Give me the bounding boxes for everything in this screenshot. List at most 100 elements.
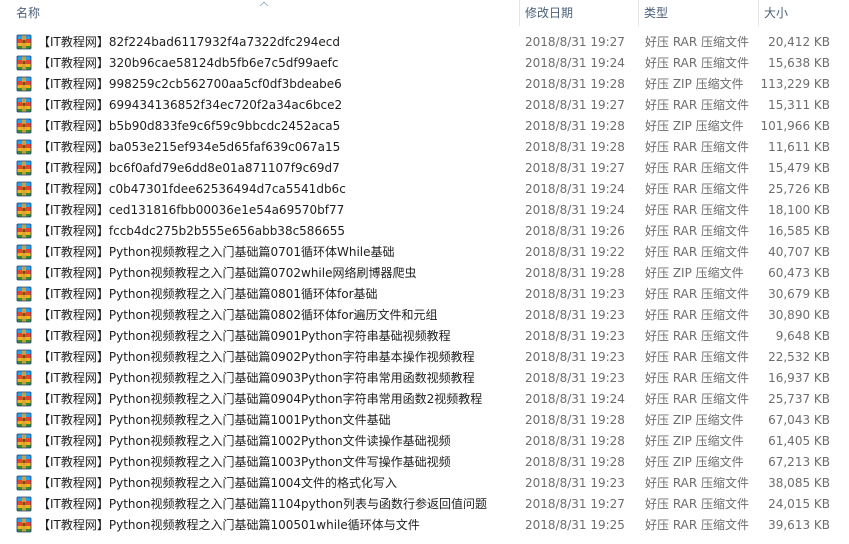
file-name: 【IT教程网】ced131816fbb00036e1e54a69570bf77 xyxy=(38,203,345,217)
file-name: 【IT教程网】Python视频教程之入门基础篇1001Python文件基础 xyxy=(38,413,391,427)
archive-file-icon xyxy=(16,244,32,260)
archive-file-icon xyxy=(16,265,32,281)
file-row[interactable]: 【IT教程网】Python视频教程之入门基础篇0904Python字符串常用函数… xyxy=(0,389,849,410)
file-size: 15,638 KB xyxy=(768,56,830,70)
file-size: 67,213 KB xyxy=(768,455,830,469)
file-size: 30,890 KB xyxy=(768,308,830,322)
file-type: 好压 ZIP 压缩文件 xyxy=(645,413,744,427)
archive-file-icon xyxy=(16,55,32,71)
file-modified-date: 2018/8/31 19:24 xyxy=(525,56,625,70)
file-name: 【IT教程网】ba053e215ef934e5d65faf639c067a15 xyxy=(38,140,341,154)
archive-file-icon xyxy=(16,118,32,134)
file-row[interactable]: 【IT教程网】Python视频教程之入门基础篇100501while循环体与文件… xyxy=(0,515,849,536)
file-type: 好压 RAR 压缩文件 xyxy=(645,350,750,364)
file-size: 30,679 KB xyxy=(768,287,830,301)
file-size: 40,707 KB xyxy=(768,245,830,259)
file-modified-date: 2018/8/31 19:24 xyxy=(525,203,625,217)
file-size: 22,532 KB xyxy=(768,350,830,364)
file-name: 【IT教程网】699434136852f34ec720f2a34ac6bce2 xyxy=(38,98,343,112)
file-modified-date: 2018/8/31 19:28 xyxy=(525,77,625,91)
file-modified-date: 2018/8/31 19:23 xyxy=(525,329,625,343)
file-type: 好压 RAR 压缩文件 xyxy=(645,371,750,385)
file-size: 113,229 KB xyxy=(760,77,830,91)
file-size: 61,405 KB xyxy=(768,434,830,448)
file-row[interactable]: 【IT教程网】Python视频教程之入门基础篇0702while网络刷博器爬虫 2… xyxy=(0,263,849,284)
file-list: 【IT教程网】82f224bad6117932f4a7322dfc294ecd 2… xyxy=(0,32,849,536)
file-modified-date: 2018/8/31 19:27 xyxy=(525,161,625,175)
file-row[interactable]: 【IT教程网】Python视频教程之入门基础篇1002Python文件读操作基础… xyxy=(0,431,849,452)
file-type: 好压 RAR 压缩文件 xyxy=(645,35,750,49)
file-row[interactable]: 【IT教程网】c0b47301fdee62536494d7ca5541db6c 2… xyxy=(0,179,849,200)
file-size: 20,412 KB xyxy=(768,35,830,49)
file-name: 【IT教程网】Python视频教程之入门基础篇1104python列表与函数行参… xyxy=(38,497,487,511)
column-header-size[interactable]: 大小 xyxy=(758,0,849,26)
archive-file-icon xyxy=(16,202,32,218)
file-row[interactable]: 【IT教程网】ba053e215ef934e5d65faf639c067a15 2… xyxy=(0,137,849,158)
file-row[interactable]: 【IT教程网】fccb4dc275b2b555e656abb38c586655 2… xyxy=(0,221,849,242)
file-size: 60,473 KB xyxy=(768,266,830,280)
file-name: 【IT教程网】c0b47301fdee62536494d7ca5541db6c xyxy=(38,182,346,196)
file-row[interactable]: 【IT教程网】Python视频教程之入门基础篇0701循环体While基础 201… xyxy=(0,242,849,263)
file-type: 好压 RAR 压缩文件 xyxy=(645,308,750,322)
file-type: 好压 RAR 压缩文件 xyxy=(645,518,750,532)
file-row[interactable]: 【IT教程网】bc6f0afd79e6dd8e01a871107f9c69d7 2… xyxy=(0,158,849,179)
file-name: 【IT教程网】Python视频教程之入门基础篇0801循环体for基础 xyxy=(38,287,378,301)
file-row[interactable]: 【IT教程网】Python视频教程之入门基础篇1004文件的格式化写入 2018/… xyxy=(0,473,849,494)
file-row[interactable]: 【IT教程网】ced131816fbb00036e1e54a69570bf77 2… xyxy=(0,200,849,221)
file-type: 好压 RAR 压缩文件 xyxy=(645,161,750,175)
archive-file-icon xyxy=(16,34,32,50)
file-row[interactable]: 【IT教程网】b5b90d833fe9c6f59c9bbcdc2452aca5 2… xyxy=(0,116,849,137)
file-name: 【IT教程网】Python视频教程之入门基础篇100501while循环体与文件 xyxy=(38,518,420,532)
file-row[interactable]: 【IT教程网】Python视频教程之入门基础篇1104python列表与函数行参… xyxy=(0,494,849,515)
file-type: 好压 RAR 压缩文件 xyxy=(645,392,750,406)
archive-file-icon xyxy=(16,76,32,92)
file-type: 好压 RAR 压缩文件 xyxy=(645,182,750,196)
file-row[interactable]: 【IT教程网】Python视频教程之入门基础篇0901Python字符串基础视频… xyxy=(0,326,849,347)
archive-file-icon xyxy=(16,97,32,113)
archive-file-icon xyxy=(16,496,32,512)
column-header-type[interactable]: 类型 xyxy=(638,0,758,26)
file-row[interactable]: 【IT教程网】Python视频教程之入门基础篇0801循环体for基础 2018/… xyxy=(0,284,849,305)
file-type: 好压 RAR 压缩文件 xyxy=(645,203,750,217)
file-row[interactable]: 【IT教程网】320b96cae58124db5fb6e7c5df99aefc 2… xyxy=(0,53,849,74)
file-name: 【IT教程网】998259c2cb562700aa5cf0df3bdeabe6 xyxy=(38,77,342,91)
file-type: 好压 RAR 压缩文件 xyxy=(645,245,750,259)
file-type: 好压 ZIP 压缩文件 xyxy=(645,77,744,91)
file-size: 38,085 KB xyxy=(768,476,830,490)
file-modified-date: 2018/8/31 19:22 xyxy=(525,245,625,259)
file-row[interactable]: 【IT教程网】699434136852f34ec720f2a34ac6bce2 2… xyxy=(0,95,849,116)
file-type: 好压 RAR 压缩文件 xyxy=(645,497,750,511)
file-name: 【IT教程网】fccb4dc275b2b555e656abb38c586655 xyxy=(38,224,345,238)
file-size: 15,311 KB xyxy=(768,98,830,112)
file-size: 16,585 KB xyxy=(768,224,830,238)
file-row[interactable]: 【IT教程网】Python视频教程之入门基础篇0903Python字符串常用函数… xyxy=(0,368,849,389)
file-modified-date: 2018/8/31 19:24 xyxy=(525,392,625,406)
file-row[interactable]: 【IT教程网】Python视频教程之入门基础篇1003Python文件写操作基础… xyxy=(0,452,849,473)
file-row[interactable]: 【IT教程网】Python视频教程之入门基础篇0802循环体for遍历文件和元组… xyxy=(0,305,849,326)
file-modified-date: 2018/8/31 19:23 xyxy=(525,371,625,385)
file-name: 【IT教程网】Python视频教程之入门基础篇1002Python文件读操作基础… xyxy=(38,434,451,448)
file-size: 39,613 KB xyxy=(768,518,830,532)
column-header-date[interactable]: 修改日期 xyxy=(519,0,638,26)
archive-file-icon xyxy=(16,391,32,407)
file-row[interactable]: 【IT教程网】998259c2cb562700aa5cf0df3bdeabe6 2… xyxy=(0,74,849,95)
file-row[interactable]: 【IT教程网】82f224bad6117932f4a7322dfc294ecd 2… xyxy=(0,32,849,53)
file-row[interactable]: 【IT教程网】Python视频教程之入门基础篇0902Python字符串基本操作… xyxy=(0,347,849,368)
file-row[interactable]: 【IT教程网】Python视频教程之入门基础篇1001Python文件基础 201… xyxy=(0,410,849,431)
file-type: 好压 RAR 压缩文件 xyxy=(645,140,750,154)
file-name: 【IT教程网】Python视频教程之入门基础篇0802循环体for遍历文件和元组 xyxy=(38,308,438,322)
archive-file-icon xyxy=(16,328,32,344)
file-size: 11,611 KB xyxy=(768,140,830,154)
file-size: 18,100 KB xyxy=(768,203,830,217)
file-explorer-window: 名称 修改日期 类型 大小 【IT教程网】82f224bad6117932f4a… xyxy=(0,0,849,544)
file-size: 9,648 KB xyxy=(775,329,830,343)
archive-file-icon xyxy=(16,223,32,239)
file-modified-date: 2018/8/31 19:27 xyxy=(525,35,625,49)
file-modified-date: 2018/8/31 19:28 xyxy=(525,455,625,469)
file-type: 好压 RAR 压缩文件 xyxy=(645,329,750,343)
file-modified-date: 2018/8/31 19:28 xyxy=(525,434,625,448)
file-name: 【IT教程网】Python视频教程之入门基础篇1004文件的格式化写入 xyxy=(38,476,398,490)
file-modified-date: 2018/8/31 19:24 xyxy=(525,182,625,196)
file-modified-date: 2018/8/31 19:28 xyxy=(525,119,625,133)
file-name: 【IT教程网】Python视频教程之入门基础篇0702while网络刷博器爬虫 xyxy=(38,266,417,280)
